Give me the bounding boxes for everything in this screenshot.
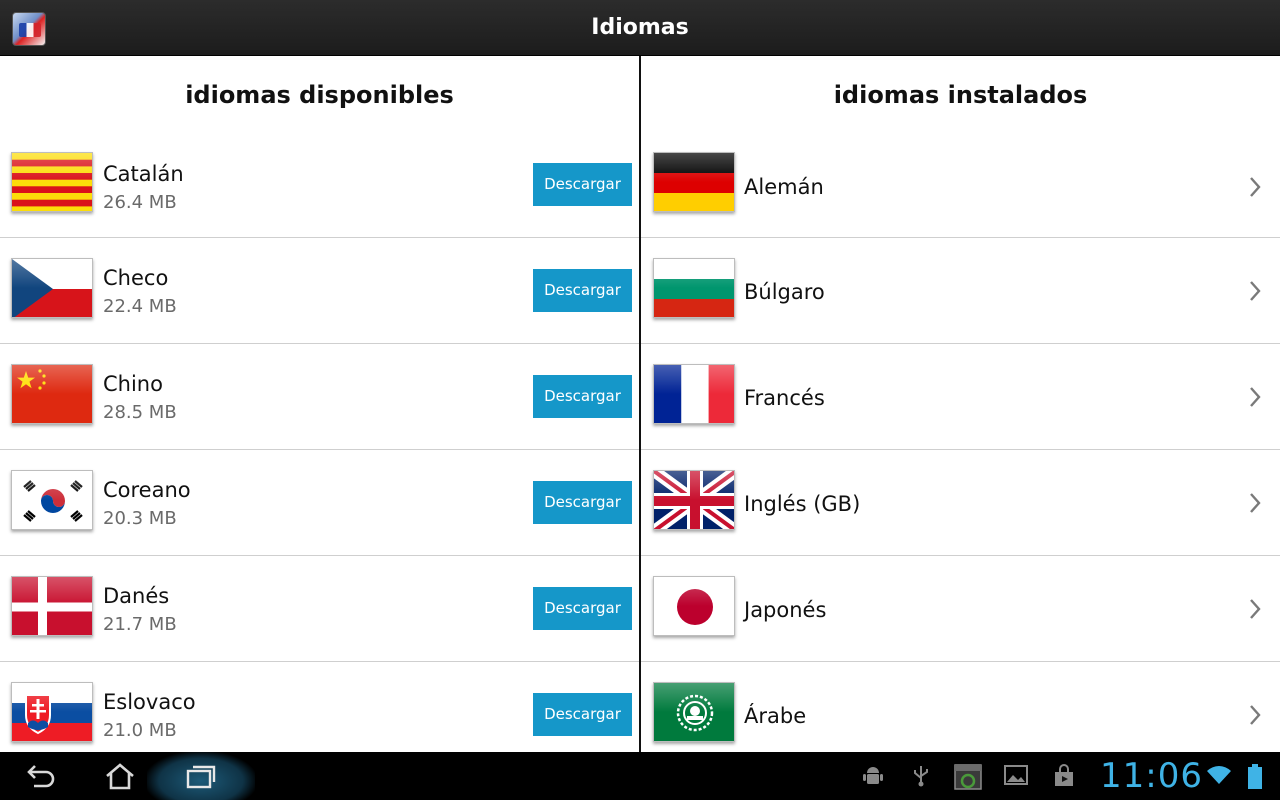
chevron-right-icon[interactable]: [1248, 386, 1262, 408]
china-flag-icon: [11, 364, 93, 424]
language-name: Francés: [744, 386, 825, 410]
home-icon[interactable]: [104, 762, 136, 790]
chevron-right-icon[interactable]: [1248, 598, 1262, 620]
language-name: Danés: [103, 584, 170, 608]
language-name: Japonés: [744, 598, 827, 622]
download-button-czech[interactable]: Descargar: [533, 269, 632, 312]
installed-row-japanese[interactable]: Japonés: [641, 556, 1280, 662]
language-size: 20.3 MB: [103, 508, 177, 529]
wifi-icon: [1207, 766, 1231, 784]
available-row-korea: Coreano 20.3 MB Descargar: [0, 450, 639, 556]
korea-flag-icon: [11, 470, 93, 530]
available-row-catalan: Catalán 26.4 MB Descargar: [0, 142, 639, 238]
chevron-right-icon[interactable]: [1248, 704, 1262, 726]
battery-icon: [1248, 764, 1262, 789]
app-root: Idiomas idiomas disponibles Catalán 26.4…: [0, 0, 1280, 800]
germany-flag-icon: [653, 152, 735, 212]
chevron-right-icon[interactable]: [1248, 280, 1262, 302]
action-bar: Idiomas: [0, 0, 1280, 56]
installed-row-bulgarian[interactable]: Búlgaro: [641, 238, 1280, 344]
gallery-icon: [1004, 765, 1028, 785]
recent-apps-icon[interactable]: [185, 762, 217, 790]
slovakia-flag-icon: [11, 682, 93, 742]
uk-flag-icon: [653, 470, 735, 530]
download-button-korea[interactable]: Descargar: [533, 481, 632, 524]
download-button-denmark[interactable]: Descargar: [533, 587, 632, 630]
screenshot-icon: [954, 764, 982, 790]
installed-header: idiomas instalados: [833, 81, 1088, 109]
language-name: Eslovaco: [103, 690, 196, 714]
back-icon[interactable]: [24, 762, 56, 790]
language-size: 21.0 MB: [103, 720, 177, 741]
language-size: 21.7 MB: [103, 614, 177, 635]
language-size: 28.5 MB: [103, 402, 177, 423]
available-languages-panel: idiomas disponibles Catalán 26.4 MB Desc…: [0, 56, 639, 752]
installed-row-german[interactable]: Alemán: [641, 142, 1280, 238]
available-row-slovakia: Eslovaco 21.0 MB Descargar: [0, 662, 639, 752]
language-size: 22.4 MB: [103, 296, 177, 317]
installed-row-french[interactable]: Francés: [641, 344, 1280, 450]
czech-flag-icon: [11, 258, 93, 318]
france-flag-icon: [653, 364, 735, 424]
installed-row-arabic[interactable]: Árabe: [641, 662, 1280, 752]
installed-languages-panel: idiomas instalados Alemán Búlgaro Francé…: [641, 56, 1280, 752]
language-name: Checo: [103, 266, 169, 290]
window-title: Idiomas: [591, 15, 689, 40]
language-name: Árabe: [744, 704, 807, 728]
denmark-flag-icon: [11, 576, 93, 636]
download-button-slovakia[interactable]: Descargar: [533, 693, 632, 736]
japan-flag-icon: [653, 576, 735, 636]
store-icon: [1055, 764, 1073, 786]
chevron-right-icon[interactable]: [1248, 492, 1262, 514]
language-name: Alemán: [744, 175, 824, 199]
available-row-china: Chino 28.5 MB Descargar: [0, 344, 639, 450]
system-nav-bar: 11:06: [0, 752, 1280, 800]
language-name: Chino: [103, 372, 163, 396]
bulgaria-flag-icon: [653, 258, 735, 318]
download-button-china[interactable]: Descargar: [533, 375, 632, 418]
status-clock: 11:06: [1100, 756, 1203, 796]
available-row-czech: Checo 22.4 MB Descargar: [0, 238, 639, 344]
available-row-denmark: Danés 21.7 MB Descargar: [0, 556, 639, 662]
language-name: Catalán: [103, 162, 184, 186]
usb-icon: [914, 766, 928, 787]
language-name: Inglés (GB): [744, 492, 861, 516]
download-button-catalan[interactable]: Descargar: [533, 163, 632, 206]
arab-league-flag-icon: [653, 682, 735, 742]
chevron-right-icon[interactable]: [1248, 176, 1262, 198]
catalonia-flag-icon: [11, 152, 93, 212]
language-size: 26.4 MB: [103, 192, 177, 213]
language-name: Coreano: [103, 478, 191, 502]
available-header: idiomas disponibles: [185, 81, 454, 109]
language-name: Búlgaro: [744, 280, 825, 304]
android-debug-icon: [863, 767, 883, 784]
installed-row-english-gb[interactable]: Inglés (GB): [641, 450, 1280, 556]
